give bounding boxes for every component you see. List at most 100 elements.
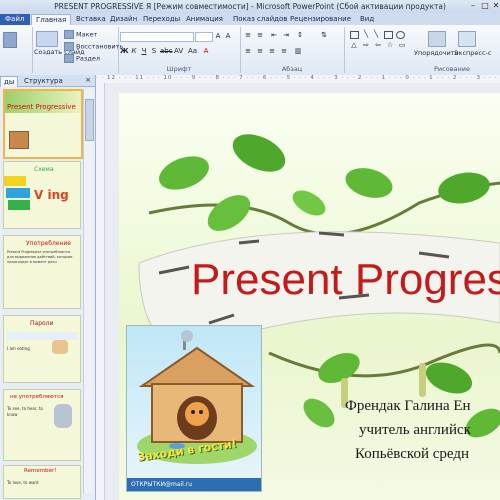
grow-font-icon[interactable]: A	[214, 32, 222, 40]
section-button[interactable]: Раздел	[64, 54, 100, 63]
align-right-icon[interactable]: ≡	[268, 47, 276, 55]
arrow-icon[interactable]: ⇦	[374, 41, 382, 49]
thumbnail-heading: Употребление	[26, 240, 71, 247]
author-line[interactable]: учитель английск	[359, 422, 471, 439]
line-spacing-icon[interactable]: ↕	[296, 31, 304, 39]
slide-thumbnail[interactable]: Remember! To love, to want	[3, 465, 81, 499]
drawing-group: ╲ ╲ △ ⇨ ⇦ ☆ ▭ Упорядочить Экспресс-с Рис…	[344, 27, 500, 73]
thumbnail-body: To love, to want	[7, 480, 39, 485]
increase-indent-icon[interactable]: ⇥	[282, 31, 290, 39]
slide-thumbnail[interactable]: Схема V ing	[3, 161, 81, 229]
italic-icon[interactable]: К	[130, 47, 138, 55]
tab-insert[interactable]: Вставка	[76, 14, 106, 25]
font-size-select[interactable]	[195, 32, 213, 42]
panel-tabs: ды Структура ×	[0, 75, 95, 87]
paste-icon[interactable]	[3, 32, 19, 48]
thumbnail-heading: Remember!	[24, 468, 57, 474]
tab-animation[interactable]: Анимация	[186, 14, 223, 25]
slide-thumbnail[interactable]: не употребляются To see, to hear, to kno…	[3, 389, 81, 461]
window-title: PRESENT PROGRESSIVE Я [Режим совместимос…	[54, 2, 446, 11]
section-icon	[64, 54, 74, 63]
drawing-group-label: Рисование	[434, 65, 470, 73]
strikethrough-icon[interactable]: abc	[160, 47, 173, 55]
thumbnail-body: To see, to hear, to know	[7, 406, 43, 417]
postcard-image[interactable]: Заходи в гости! ОТКРЫТКИ@mail.ru	[126, 325, 262, 492]
font-family-select[interactable]	[120, 32, 194, 42]
tab-outline[interactable]: Структура	[24, 76, 63, 86]
tab-view[interactable]: Вид	[360, 14, 374, 25]
text-direction-icon[interactable]: ⇅	[320, 31, 328, 39]
tab-slideshow[interactable]: Показ слайдов	[233, 14, 287, 25]
author-line[interactable]: Копьёвской средн	[355, 446, 469, 463]
minimize-icon[interactable]: –	[468, 1, 478, 11]
maximize-icon[interactable]: □	[480, 1, 490, 11]
decrease-indent-icon[interactable]: ⇤	[270, 31, 278, 39]
slides-panel: ды Структура × Present Progressive Схема…	[0, 75, 96, 500]
thumbnail-body: Present Progressive употребляется для вы…	[7, 250, 73, 264]
layout-button[interactable]: Макет	[64, 30, 97, 39]
quick-styles-icon[interactable]	[458, 31, 476, 47]
line-icon[interactable]: ╲	[372, 30, 380, 38]
arrange-icon[interactable]	[428, 31, 446, 47]
star-icon[interactable]: ☆	[386, 41, 394, 49]
scrollbar-thumb[interactable]	[85, 99, 94, 141]
thumbnail-image	[54, 404, 72, 428]
thumbnail-row	[7, 332, 77, 340]
underline-icon[interactable]: Ч	[140, 47, 148, 55]
close-panel-icon[interactable]: ×	[85, 76, 91, 84]
panel-scrollbar[interactable]	[83, 89, 94, 494]
columns-icon[interactable]: ▥	[294, 47, 302, 55]
postcard-footer: ОТКРЫТКИ@mail.ru	[127, 478, 261, 491]
slide-canvas[interactable]: Present Progres Френдак Галина Ен учител…	[119, 93, 500, 500]
slide-title[interactable]: Present Progres	[191, 255, 500, 305]
paragraph-group-label: Абзац	[281, 65, 303, 73]
thumbnail-body: I am eating	[7, 346, 30, 351]
bold-icon[interactable]: Ж	[120, 47, 129, 55]
font-group-label: Шрифт	[166, 65, 192, 73]
shrink-font-icon[interactable]: A	[224, 32, 232, 40]
case-icon[interactable]: Aa	[188, 47, 197, 55]
numbering-icon[interactable]: ≡	[256, 31, 264, 39]
thumbnail-heading: не употребляются	[10, 394, 64, 400]
callout-icon[interactable]: ▭	[398, 41, 406, 49]
thumbnail-arrow	[4, 176, 26, 186]
rectangle-icon[interactable]	[350, 31, 359, 39]
slides-group: Создать слайд Макет Восстановить Раздел	[32, 27, 123, 73]
paragraph-group: ≡ ≡ ⇤ ⇥ ↕ ≡ ≡ ≡ ≡ ▥ ⇅ Абзац	[240, 27, 345, 73]
tab-file[interactable]: Файл	[0, 14, 30, 25]
quick-styles-button[interactable]: Экспресс-с	[454, 49, 491, 57]
justify-icon[interactable]: ≡	[280, 47, 288, 55]
oval-icon[interactable]	[396, 31, 405, 39]
thumbnail-arrow	[6, 188, 30, 198]
close-icon[interactable]: ✕	[491, 1, 500, 11]
align-center-icon[interactable]: ≡	[256, 47, 264, 55]
thumbnail-heading: Схема	[34, 166, 54, 173]
tab-design[interactable]: Дизайн	[110, 14, 137, 25]
vertical-ruler	[96, 83, 105, 500]
tab-transitions[interactable]: Переходы	[143, 14, 180, 25]
tab-review[interactable]: Рецензирование	[290, 14, 351, 25]
slide-thumbnail[interactable]: Употребление Present Progressive употреб…	[3, 235, 81, 309]
reset-button[interactable]: Восстановить	[64, 42, 123, 51]
new-slide-icon[interactable]	[36, 31, 58, 47]
line-icon[interactable]: ╲	[362, 30, 370, 38]
font-color-icon[interactable]: A	[202, 47, 210, 55]
title-bar: PRESENT PROGRESSIVE Я [Режим совместимос…	[0, 0, 500, 13]
triangle-icon[interactable]: △	[350, 41, 358, 49]
thumbnail-body: V ing	[34, 188, 69, 202]
shadow-icon[interactable]: S	[150, 47, 158, 55]
thumbnail-arrow	[8, 200, 30, 210]
tab-slides[interactable]: ды	[0, 76, 19, 87]
font-group: A A Ж К Ч S abc AV Aa A Шрифт	[118, 27, 241, 73]
thumbnail-image	[9, 131, 29, 149]
author-line[interactable]: Френдак Галина Ен	[345, 398, 471, 415]
bullets-icon[interactable]: ≡	[244, 31, 252, 39]
arrange-button[interactable]: Упорядочить	[414, 49, 458, 57]
align-left-icon[interactable]: ≡	[244, 47, 252, 55]
slide-thumbnail[interactable]: Пароли I am eating	[3, 315, 81, 383]
slide-thumbnail[interactable]: Present Progressive	[3, 89, 83, 159]
rectangle-icon[interactable]	[384, 31, 393, 39]
slide-editor: Present Progres Френдак Галина Ен учител…	[105, 83, 500, 500]
arrow-icon[interactable]: ⇨	[362, 41, 370, 49]
spacing-icon[interactable]: AV	[174, 47, 183, 55]
